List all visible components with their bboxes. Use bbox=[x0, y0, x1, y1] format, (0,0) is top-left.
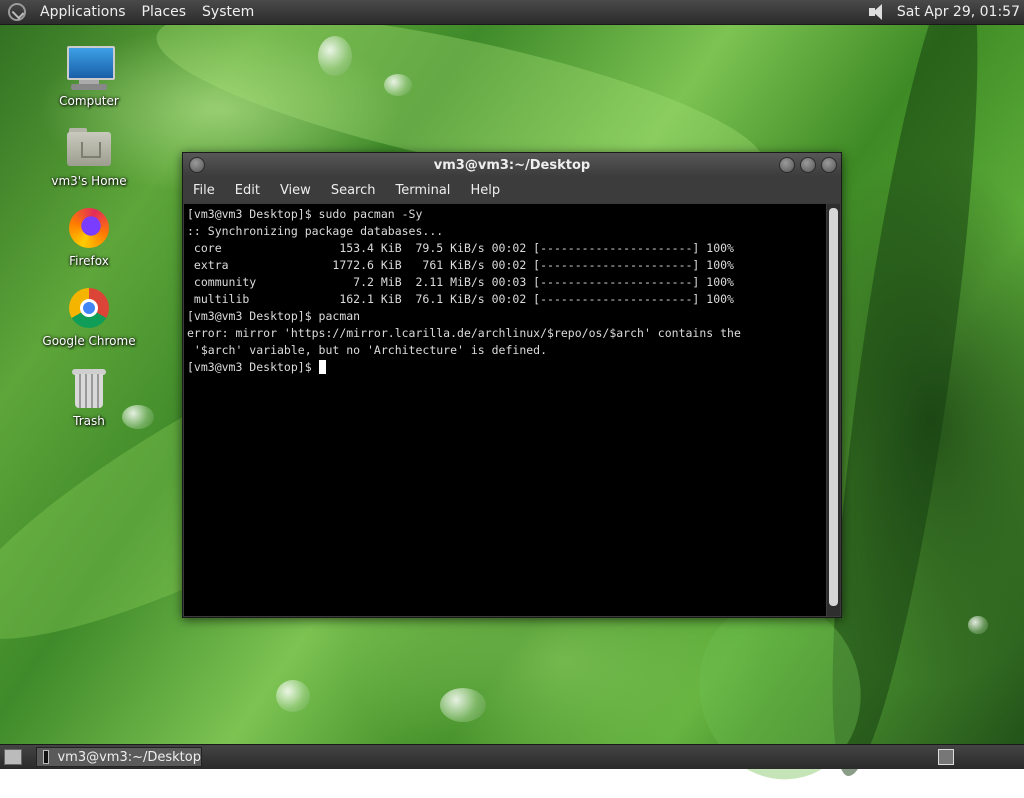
terminal-line: core 153.4 KiB 79.5 KiB/s 00:02 [-------… bbox=[187, 241, 734, 255]
menu-view[interactable]: View bbox=[270, 183, 321, 198]
menu-logo-icon[interactable] bbox=[8, 3, 26, 21]
trash-icon bbox=[65, 364, 113, 412]
text-cursor bbox=[318, 360, 326, 374]
water-drop bbox=[276, 680, 310, 712]
panel-tray: Sat Apr 29, 01:57 bbox=[867, 3, 1024, 21]
desktop-icon-chrome[interactable]: Google Chrome bbox=[34, 284, 144, 348]
scrollbar-thumb[interactable] bbox=[829, 208, 838, 606]
terminal-window[interactable]: vm3@vm3:~/Desktop File Edit View Search … bbox=[182, 152, 842, 618]
terminal-line: error: mirror 'https://mirror.lcarilla.d… bbox=[187, 326, 741, 340]
desktop-icon-label: Google Chrome bbox=[42, 334, 136, 348]
taskbar-item-label: vm3@vm3:~/Desktop bbox=[57, 749, 201, 765]
water-drop bbox=[318, 36, 352, 76]
workspace-switcher[interactable] bbox=[938, 749, 954, 765]
firefox-icon bbox=[65, 204, 113, 252]
desktop-icon-home[interactable]: vm3's Home bbox=[34, 124, 144, 188]
show-desktop-icon[interactable] bbox=[4, 749, 22, 765]
desktop-icon-firefox[interactable]: Firefox bbox=[34, 204, 144, 268]
terminal-line: :: Synchronizing package databases... bbox=[187, 224, 444, 238]
chrome-icon bbox=[65, 284, 113, 332]
terminal-line: '$arch' variable, but no 'Architecture' … bbox=[187, 343, 548, 357]
desktop-icon-trash[interactable]: Trash bbox=[34, 364, 144, 428]
close-button[interactable] bbox=[821, 157, 837, 173]
desktop-icon-computer[interactable]: Computer bbox=[34, 44, 144, 108]
bottom-panel: vm3@vm3:~/Desktop bbox=[0, 744, 1024, 769]
terminal-line: multilib 162.1 KiB 76.1 KiB/s 00:02 [---… bbox=[187, 292, 734, 306]
volume-icon[interactable] bbox=[867, 3, 887, 21]
menu-terminal[interactable]: Terminal bbox=[385, 183, 460, 198]
water-drop bbox=[968, 616, 988, 634]
home-folder-icon bbox=[65, 124, 113, 172]
terminal-icon bbox=[43, 750, 50, 764]
menu-edit[interactable]: Edit bbox=[225, 183, 270, 198]
water-drop bbox=[384, 74, 412, 96]
terminal-line: extra 1772.6 KiB 761 KiB/s 00:02 [------… bbox=[187, 258, 734, 272]
desktop-icon-label: Computer bbox=[59, 94, 119, 108]
window-menu-button[interactable] bbox=[189, 157, 205, 173]
terminal-menubar: File Edit View Search Terminal Help bbox=[183, 177, 841, 203]
window-title: vm3@vm3:~/Desktop bbox=[433, 157, 591, 173]
terminal-line: community 7.2 MiB 2.11 MiB/s 00:03 [----… bbox=[187, 275, 734, 289]
desktop-icon-label: vm3's Home bbox=[51, 174, 127, 188]
system-menu[interactable]: System bbox=[194, 4, 262, 20]
menu-help[interactable]: Help bbox=[460, 183, 510, 198]
applications-menu[interactable]: Applications bbox=[32, 4, 134, 20]
computer-icon bbox=[65, 44, 115, 92]
terminal-prompt-line[interactable]: [vm3@vm3 Desktop]$ bbox=[187, 359, 826, 376]
terminal-output[interactable]: [vm3@vm3 Desktop]$ sudo pacman -Sy:: Syn… bbox=[184, 204, 826, 616]
menu-search[interactable]: Search bbox=[321, 183, 386, 198]
menu-file[interactable]: File bbox=[183, 183, 225, 198]
window-titlebar[interactable]: vm3@vm3:~/Desktop bbox=[183, 153, 841, 177]
places-menu[interactable]: Places bbox=[134, 4, 195, 20]
desktop-icon-label: Firefox bbox=[69, 254, 109, 268]
taskbar-item-terminal[interactable]: vm3@vm3:~/Desktop bbox=[36, 747, 202, 767]
terminal-scrollbar[interactable] bbox=[827, 204, 840, 616]
desktop-icon-label: Trash bbox=[73, 414, 105, 428]
terminal-line: [vm3@vm3 Desktop]$ sudo pacman -Sy bbox=[187, 207, 423, 221]
clock[interactable]: Sat Apr 29, 01:57 bbox=[897, 4, 1024, 20]
top-panel: Applications Places System Sat Apr 29, 0… bbox=[0, 0, 1024, 25]
minimize-button[interactable] bbox=[779, 157, 795, 173]
terminal-prompt: [vm3@vm3 Desktop]$ bbox=[187, 360, 319, 374]
water-drop bbox=[440, 688, 486, 722]
terminal-line: [vm3@vm3 Desktop]$ pacman bbox=[187, 309, 361, 323]
maximize-button[interactable] bbox=[800, 157, 816, 173]
